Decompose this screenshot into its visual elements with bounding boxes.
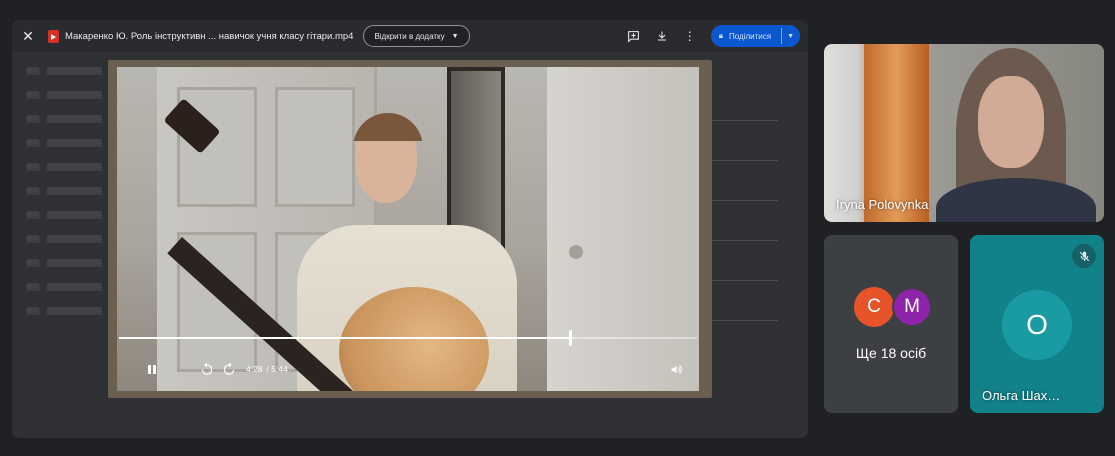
open-with-label: Відкрити в додатку	[374, 31, 445, 41]
participant-video	[936, 48, 1096, 222]
video-player: 4:28 / 5:44	[108, 60, 712, 398]
video-file-icon	[48, 29, 59, 43]
progress-handle[interactable]	[568, 330, 572, 346]
lock-icon: 🔒︎	[718, 31, 723, 40]
avatar: C	[854, 287, 894, 327]
file-title: Макаренко Ю. Роль інструктивн ... навичо…	[65, 30, 354, 42]
drive-sidebar	[26, 60, 121, 360]
toolbar-actions: ⋮ 🔒︎ Поділитися ▼	[623, 20, 800, 52]
open-with-button[interactable]: Відкрити в додатку ▼	[363, 25, 470, 47]
current-time: 4:28	[246, 364, 263, 374]
close-icon[interactable]: ✕	[14, 20, 42, 52]
volume-icon[interactable]	[670, 363, 683, 376]
more-participants-label: Ще 18 осіб	[855, 345, 927, 361]
progress-fill	[119, 337, 570, 339]
duration: / 5:44	[266, 364, 288, 374]
shared-drive-viewer: ✕ Макаренко Ю. Роль інструктивн ... нави…	[12, 20, 808, 438]
progress-bar[interactable]	[119, 330, 697, 346]
guitarist	[163, 98, 577, 391]
caret-down-icon: ▼	[451, 32, 459, 40]
download-icon[interactable]	[651, 25, 673, 47]
viewer-toolbar: ✕ Макаренко Ю. Роль інструктивн ... нави…	[12, 20, 808, 52]
more-participants-tile[interactable]: C M Ще 18 осіб	[824, 235, 958, 413]
share-label: Поділитися	[728, 31, 772, 41]
rewind-10-icon[interactable]	[200, 362, 214, 376]
participant-name: Iryna Polovynka	[836, 197, 929, 212]
curtain	[864, 44, 929, 222]
forward-10-icon[interactable]	[222, 362, 236, 376]
avatar: M	[892, 287, 932, 327]
avatar: O	[1002, 290, 1072, 360]
video-content[interactable]: 4:28 / 5:44	[117, 67, 699, 391]
more-vert-icon[interactable]: ⋮	[679, 25, 701, 47]
participant-tile-iryna[interactable]: Iryna Polovynka	[824, 44, 1104, 222]
player-controls: 4:28 / 5:44	[117, 357, 699, 381]
add-comment-icon[interactable]	[623, 25, 645, 47]
share-button[interactable]: 🔒︎ Поділитися ▼	[710, 25, 800, 47]
mic-off-icon	[1072, 244, 1096, 268]
caret-down-icon[interactable]: ▼	[787, 33, 794, 40]
participant-name: Ольга Шах…	[982, 388, 1061, 403]
participant-tile-olga[interactable]: O Ольга Шах…	[970, 235, 1104, 413]
meet-window: ✕ Макаренко Ю. Роль інструктивн ... нави…	[0, 0, 1115, 456]
pause-icon[interactable]	[148, 364, 156, 374]
